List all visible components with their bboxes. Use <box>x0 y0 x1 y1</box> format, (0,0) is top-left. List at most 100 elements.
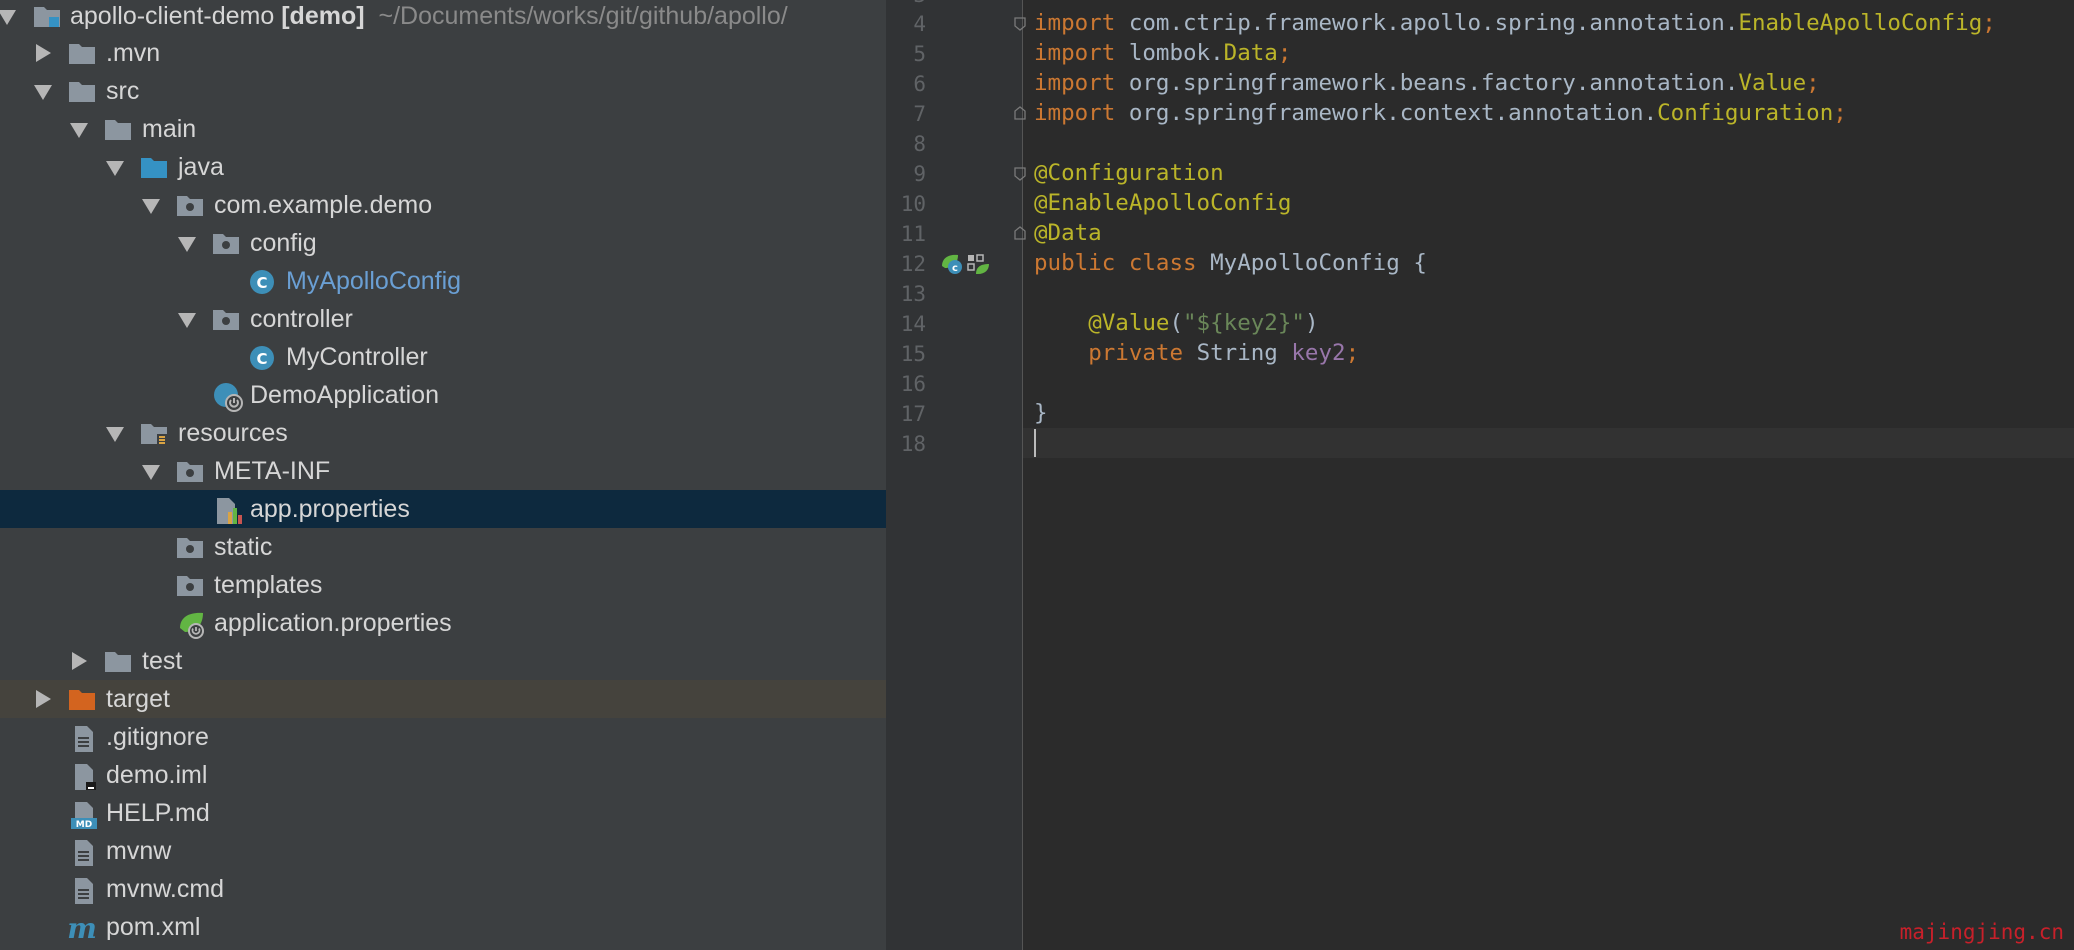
tree-item-meta-inf[interactable]: META-INF <box>0 452 886 490</box>
tree-item-label: templates <box>214 571 323 599</box>
tree-item-gitignore[interactable]: .gitignore <box>0 718 886 756</box>
tree-root-row[interactable]: apollo-client-demo [demo] ~/Documents/wo… <box>0 0 886 35</box>
tree-item-config[interactable]: config <box>0 224 886 262</box>
code-line-4: import com.ctrip.framework.apollo.spring… <box>1034 10 1996 36</box>
line-number: 6 <box>913 72 926 96</box>
root-module: [demo] <box>281 2 365 30</box>
collapse-arrow-icon[interactable] <box>36 690 51 708</box>
tree-item-src[interactable]: src <box>0 72 886 110</box>
spring-bean-gutter-icon[interactable]: c <box>940 252 990 278</box>
tree-item-label: mvnw <box>106 837 172 865</box>
expand-arrow-icon[interactable] <box>178 237 196 252</box>
tree-item-main[interactable]: main <box>0 110 886 148</box>
tree-item-demo-iml[interactable]: demo.iml <box>0 756 886 794</box>
line-number: 17 <box>900 402 926 426</box>
tree-item-target[interactable]: target <box>0 680 886 718</box>
spring-boot-class-icon <box>213 382 243 412</box>
maven-icon: m <box>67 912 97 945</box>
expand-arrow-icon[interactable] <box>178 313 196 328</box>
tree-item-mvnw-cmd[interactable]: mvnw.cmd <box>0 870 886 908</box>
line-number: 4 <box>913 12 926 36</box>
tree-item-mycontroller[interactable]: C MyController <box>0 338 886 376</box>
line-number: 8 <box>913 132 926 156</box>
collapse-arrow-icon[interactable] <box>72 652 87 670</box>
tree-item-label: DemoApplication <box>250 381 439 409</box>
tree-item-label: .mvn <box>106 39 161 67</box>
line-number: 18 <box>900 432 926 456</box>
tree-item-mvn[interactable]: .mvn <box>0 34 886 72</box>
code-line-7: import org.springframework.context.annot… <box>1034 100 1847 126</box>
tree-item-mvnw[interactable]: mvnw <box>0 832 886 870</box>
folder-icon <box>176 572 204 598</box>
text-file-icon <box>72 876 100 904</box>
fold-marker-icon[interactable] <box>1014 226 1026 240</box>
expand-arrow-icon[interactable] <box>70 123 88 138</box>
tree-item-resources[interactable]: resources <box>0 414 886 452</box>
folder-icon <box>68 40 96 66</box>
source-folder-icon <box>140 154 168 180</box>
package-icon <box>212 230 240 256</box>
expand-arrow-icon[interactable] <box>142 465 160 480</box>
expand-arrow-icon[interactable] <box>106 427 124 442</box>
svg-text:m: m <box>68 914 97 942</box>
tree-item-label: config <box>250 229 317 257</box>
code-line-10: @EnableApolloConfig <box>1034 190 1292 216</box>
tree-item-label: src <box>106 77 140 105</box>
expand-arrow-icon[interactable] <box>142 199 160 214</box>
tree-item-help-md[interactable]: MD HELP.md <box>0 794 886 832</box>
collapse-arrow-icon[interactable] <box>36 44 51 62</box>
line-number: 5 <box>913 42 926 66</box>
tree-item-controller[interactable]: controller <box>0 300 886 338</box>
editor-gutter[interactable]: 3 4 5 6 7 8 9 10 11 12 13 14 15 16 17 18… <box>886 0 1023 950</box>
code-line-9: @Configuration <box>1034 160 1224 186</box>
text-caret <box>1034 429 1036 457</box>
tree-item-label: META-INF <box>214 457 331 485</box>
text-file-icon <box>72 724 100 752</box>
tree-item-label: main <box>142 115 197 143</box>
tree-item-label: .gitignore <box>106 723 209 751</box>
root-path: ~/Documents/works/git/github/apollo/ <box>378 2 788 30</box>
expand-arrow-icon[interactable] <box>34 85 52 100</box>
tree-item-demoapplication[interactable]: DemoApplication <box>0 376 886 414</box>
code-line-6: import org.springframework.beans.factory… <box>1034 70 1820 96</box>
line-number: 10 <box>900 192 926 216</box>
tree-item-pom-xml[interactable]: m pom.xml <box>0 908 886 946</box>
tree-item-templates[interactable]: templates <box>0 566 886 604</box>
iml-file-icon <box>72 762 100 790</box>
tree-item-label: com.example.demo <box>214 191 433 219</box>
folder-icon <box>68 78 96 104</box>
folder-icon <box>176 534 204 560</box>
line-number: 3 <box>886 0 926 7</box>
tree-item-application-properties[interactable]: application.properties <box>0 604 886 642</box>
project-tool-window: apollo-client-demo [demo] ~/Documents/wo… <box>0 0 886 950</box>
tree-item-static[interactable]: static <box>0 528 886 566</box>
line-number: 11 <box>900 222 926 246</box>
expand-arrow-icon[interactable] <box>106 161 124 176</box>
class-icon: C <box>249 268 277 294</box>
current-line-highlight <box>1023 428 2074 458</box>
tree-item-app-properties[interactable]: app.properties <box>0 490 886 528</box>
tree-item-label: target <box>106 685 170 713</box>
expand-arrow-icon[interactable] <box>0 10 16 25</box>
tree-item-label: pom.xml <box>106 913 201 941</box>
tree-item-label: static <box>214 533 273 561</box>
fold-marker-icon[interactable] <box>1014 106 1026 120</box>
fold-marker-icon[interactable] <box>1014 167 1026 181</box>
tree-item-test[interactable]: test <box>0 642 886 680</box>
tree-item-myapolloconfig[interactable]: C MyApolloConfig <box>0 262 886 300</box>
folder-icon <box>104 648 132 674</box>
tree-item-package-root[interactable]: com.example.demo <box>0 186 886 224</box>
code-line-14: @Value("${key2}") <box>1088 310 1319 336</box>
fold-marker-icon[interactable] <box>1014 17 1026 31</box>
code-editor[interactable]: 3 4 5 6 7 8 9 10 11 12 13 14 15 16 17 18… <box>886 0 2074 950</box>
tree-item-label: app.properties <box>250 495 410 523</box>
svg-text:C: C <box>256 350 267 368</box>
package-icon <box>176 192 204 218</box>
package-icon <box>212 306 240 332</box>
properties-file-icon <box>214 496 242 524</box>
tree-item-label: MyController <box>286 343 428 371</box>
line-number: 15 <box>900 342 926 366</box>
code-line-17: } <box>1034 400 1048 426</box>
root-name: apollo-client-demo <box>70 2 275 30</box>
tree-item-java[interactable]: java <box>0 148 886 186</box>
